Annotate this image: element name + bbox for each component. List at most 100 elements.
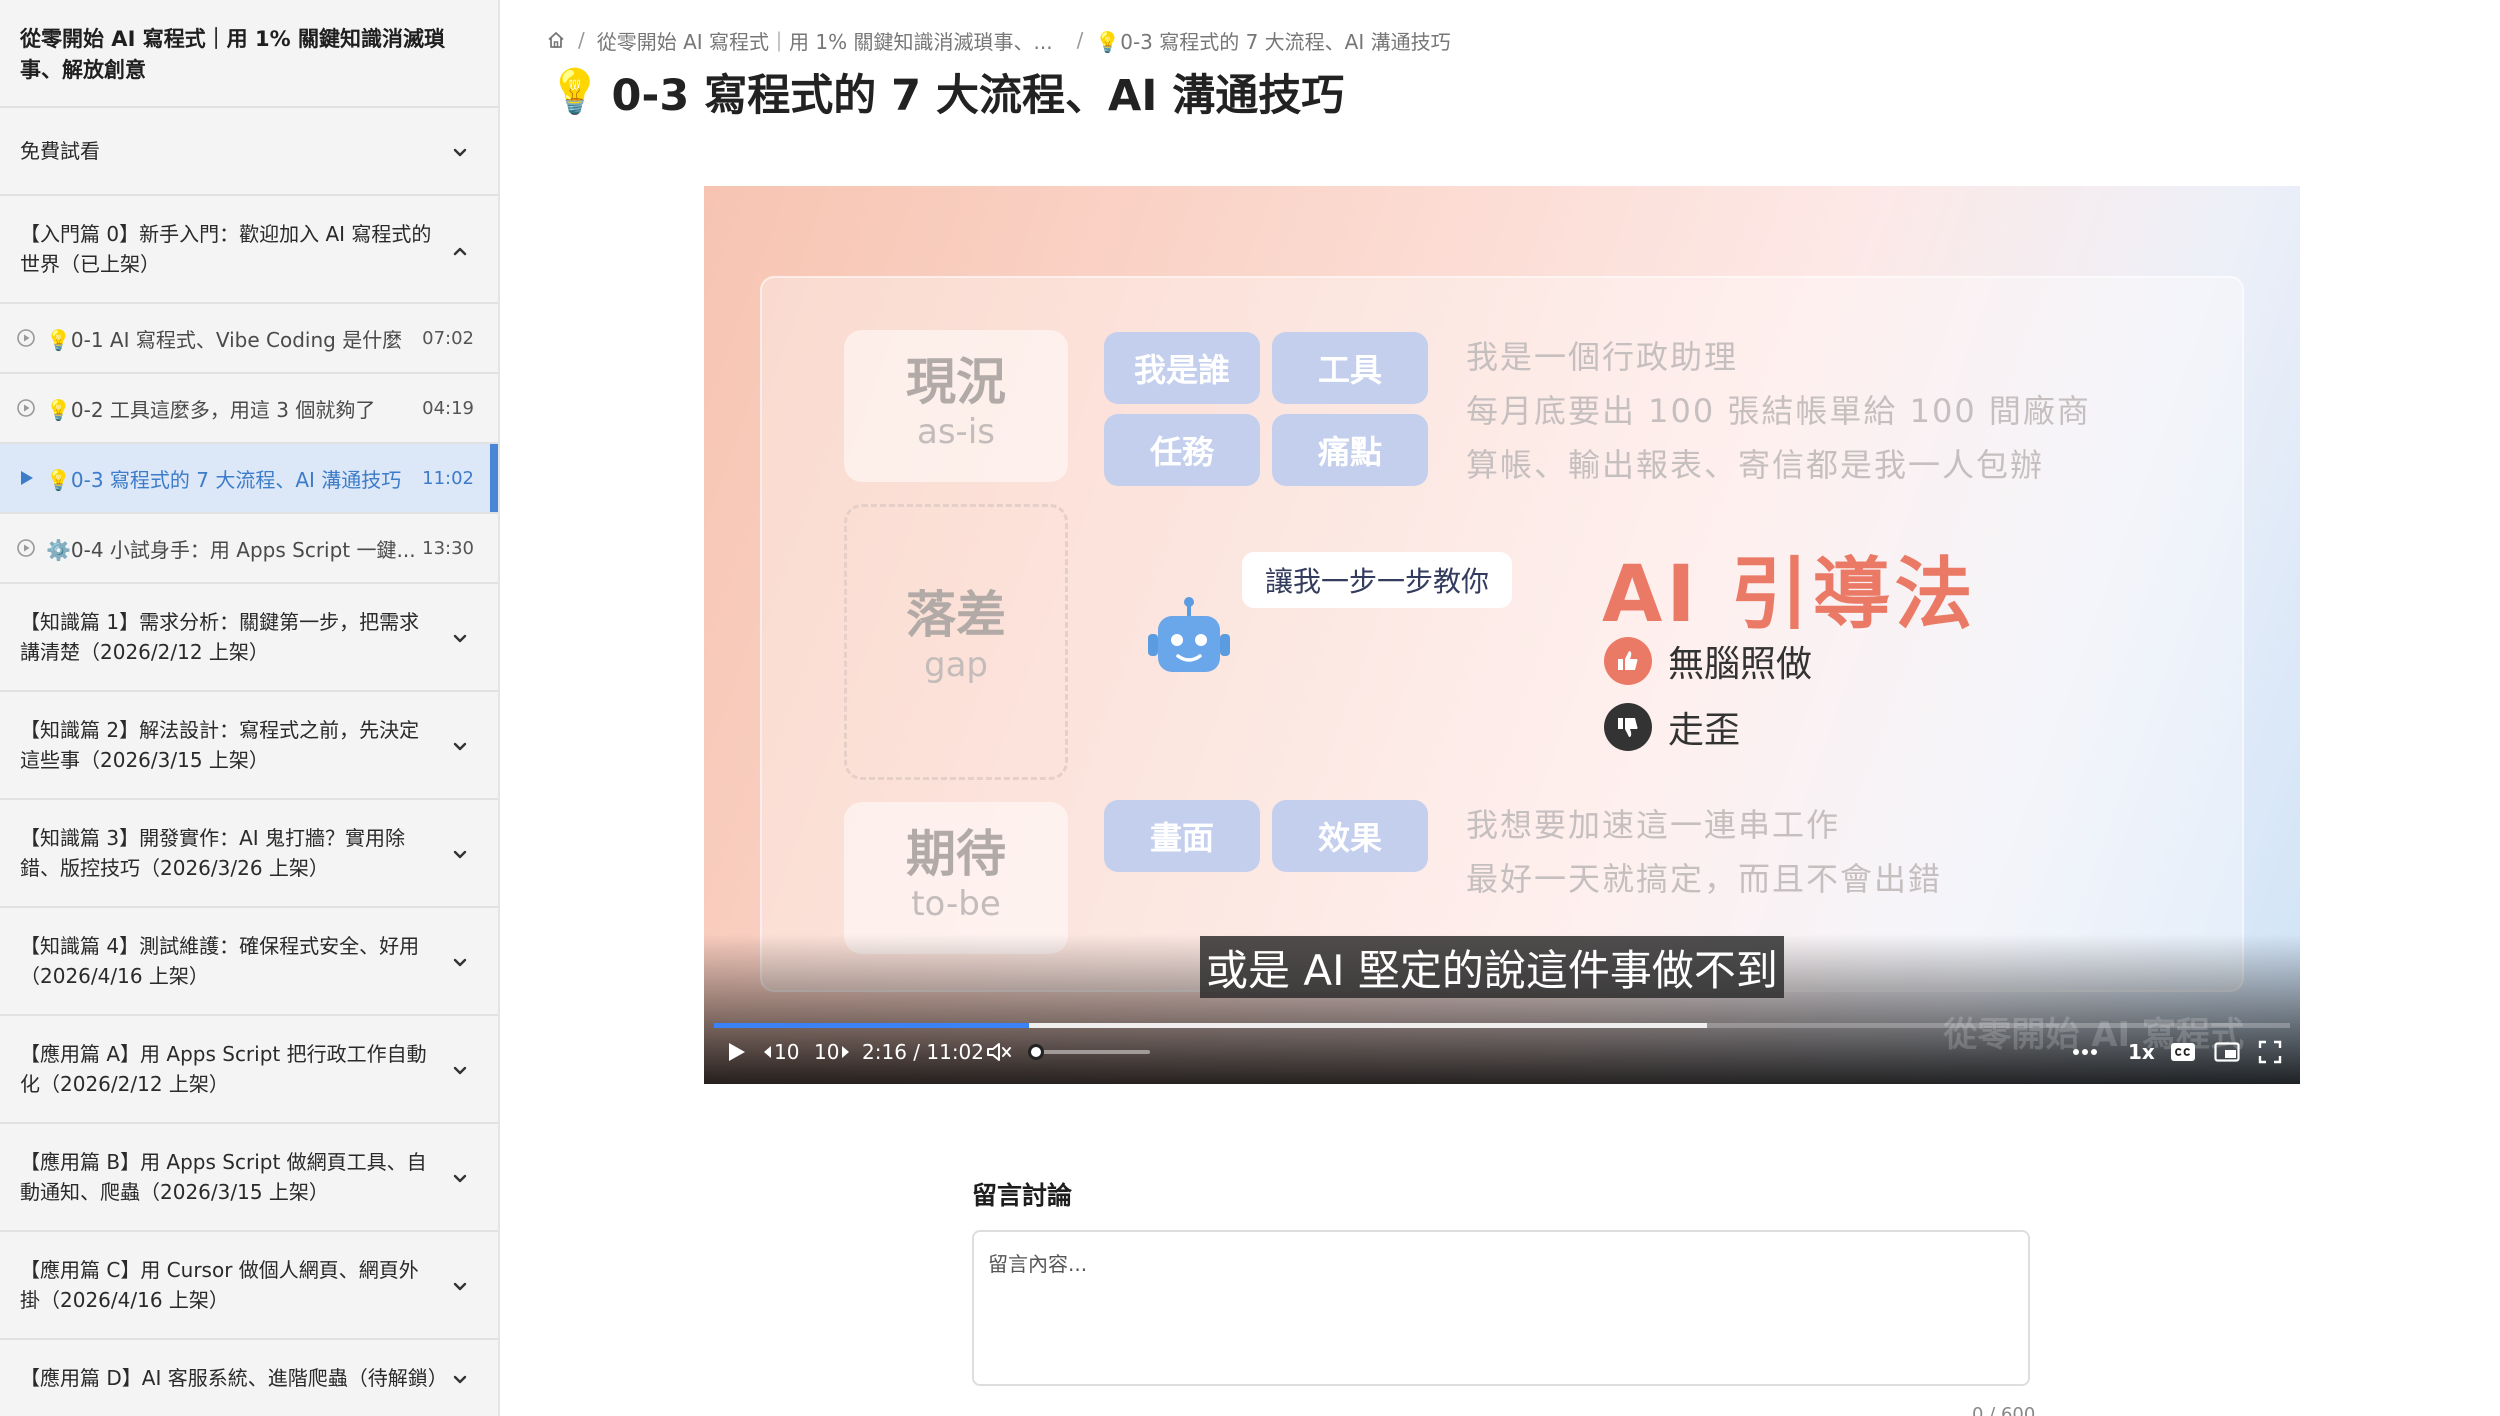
page-title: 💡 0-3 寫程式的 7 大流程、AI 溝通技巧 [548,64,1345,121]
lightbulb-icon: 💡 [548,67,602,117]
mute-button[interactable] [986,1032,1012,1072]
chevron-down-icon [450,627,470,647]
chapter-k1-section[interactable]: 【知識篇 1】需求分析：關鍵第一步，把需求講清楚（2026/2/12 上架） [0,584,498,692]
chevron-down-icon [450,1275,470,1295]
main-content: / 從零開始 AI 寫程式｜用 1% 關鍵知識消滅瑣事、... / 💡0-3 寫… [502,0,2500,1416]
course-title: 從零開始 AI 寫程式｜用 1% 關鍵知識消滅瑣事、解放創意 [0,0,498,108]
chapter-c-section[interactable]: 【應用篇 C】用 Cursor 做個人網頁、網頁外掛（2026/4/16 上架） [0,1232,498,1340]
volume-slider[interactable] [1028,1044,1150,1060]
asis-english: as-is [917,412,995,452]
chapter-label: 【知識篇 4】測試維護：確保程式安全、好用（2026/4/16 上架） [20,934,420,988]
tag-task: 任務 [1104,414,1260,486]
chapter-label: 【知識篇 2】解法設計：寫程式之前，先決定這些事（2026/3/15 上架） [20,718,420,772]
lesson-item-0-2[interactable]: 💡0-2 工具這麼多，用這 3 個就夠了 04:19 [0,374,498,444]
rewind-10-button[interactable]: 10 [762,1032,799,1072]
play-circle-icon [16,328,36,348]
chapter-label: 【應用篇 D】AI 客服系統、進階爬蟲（待解鎖） [20,1366,448,1390]
comment-char-count: 0 / 600 [1972,1404,2036,1416]
free-trial-label: 免費試看 [20,139,100,163]
lesson-item-0-1[interactable]: 💡0-1 AI 寫程式、Vibe Coding 是什麼 07:02 [0,304,498,374]
tag-tools: 工具 [1272,332,1428,404]
tobe-english: to-be [911,884,1001,924]
slide-line: 我是一個行政助理 [1466,338,1739,376]
gap-label: 落差 [906,586,1006,644]
volume-knob[interactable] [1028,1044,1044,1060]
tag-who: 我是誰 [1104,332,1260,404]
breadcrumb: / 從零開始 AI 寫程式｜用 1% 關鍵知識消滅瑣事、... / 💡0-3 寫… [546,26,1451,54]
forward-10-button[interactable]: 10 [814,1032,851,1072]
breadcrumb-current-lesson: 💡0-3 寫程式的 7 大流程、AI 溝通技巧 [1095,29,1451,54]
comments-heading: 留言討論 [972,1181,1073,1210]
lesson-duration: 13:30 [422,537,474,559]
progress-fill [714,1023,1030,1028]
chevron-down-icon [450,141,470,161]
breadcrumb-course-link[interactable]: 從零開始 AI 寫程式｜用 1% 關鍵知識消滅瑣事、... [597,26,1053,55]
play-icon [16,468,36,488]
chapter-d-section[interactable]: 【應用篇 D】AI 客服系統、進階爬蟲（待解鎖） [0,1340,498,1416]
tag-screen: 畫面 [1104,800,1260,872]
breadcrumb-separator: / [578,28,585,52]
point-bad: 走歪 [1604,702,1740,752]
chapter-k3-section[interactable]: 【知識篇 3】開發實作：AI 鬼打牆？實用除錯、版控技巧（2026/3/26 上… [0,800,498,908]
asis-label: 現況 [906,353,1006,411]
slide-line: 每月底要出 100 張結帳單給 100 間廠商 [1466,392,2091,430]
time-display: 2:16 / 11:02 [862,1040,985,1064]
rewind-10-label: 10 [774,1040,800,1064]
chapter-k4-section[interactable]: 【知識篇 4】測試維護：確保程式安全、好用（2026/4/16 上架） [0,908,498,1016]
chevron-down-icon [450,951,470,971]
play-circle-icon [16,398,36,418]
play-circle-icon [16,538,36,558]
point-good: 無腦照做 [1604,636,1812,686]
lesson-duration: 11:02 [422,467,474,489]
asis-box: 現況 as-is [844,330,1068,482]
chevron-up-icon [450,239,470,259]
video-player[interactable]: 現況 as-is 落差 gap 期待 to-be 我是誰 工具 任務 痛點 畫面… [704,186,2300,1084]
player-controls: 10 10 2:16 / 11:02 1x [704,1032,2300,1072]
chevron-down-icon [450,1368,470,1388]
chevron-down-icon [450,1059,470,1079]
breadcrumb-separator: / [1076,28,1084,52]
progress-bar[interactable] [714,1023,2290,1028]
gap-english: gap [924,645,988,685]
play-button[interactable] [724,1032,748,1072]
chapter-label: 【知識篇 1】需求分析：關鍵第一步，把需求講清楚（2026/2/12 上架） [20,610,420,664]
comment-input[interactable] [972,1230,2030,1386]
chapter-label: 【應用篇 A】用 Apps Script 把行政工作自動化（2026/2/12 … [20,1042,427,1096]
chapter-0-label: 【入門篇 0】新手入門：歡迎加入 AI 寫程式的世界（已上架） [20,222,432,276]
gap-box: 落差 gap [844,504,1068,780]
chapter-0-section[interactable]: 【入門篇 0】新手入門：歡迎加入 AI 寫程式的世界（已上架） [0,196,498,304]
free-trial-section[interactable]: 免費試看 [0,108,498,196]
chapter-label: 【應用篇 C】用 Cursor 做個人網頁、網頁外掛（2026/4/16 上架） [20,1258,419,1312]
tag-effect: 效果 [1272,800,1428,872]
chapter-b-section[interactable]: 【應用篇 B】用 Apps Script 做網頁工具、自動通知、爬蟲（2026/… [0,1124,498,1232]
chevron-down-icon [450,735,470,755]
point-good-text: 無腦照做 [1668,644,1813,685]
tag-pain: 痛點 [1272,414,1428,486]
chapter-k2-section[interactable]: 【知識篇 2】解法設計：寫程式之前，先決定這些事（2026/3/15 上架） [0,692,498,800]
speech-bubble: 讓我一步一步教你 [1242,552,1512,608]
picture-in-picture-button[interactable] [2214,1032,2240,1072]
point-bad-text: 走歪 [1668,710,1741,751]
guide-title: AI 引導法 [1602,550,1977,640]
page-title-text: 0-3 寫程式的 7 大流程、AI 溝通技巧 [611,71,1345,121]
lesson-duration: 04:19 [422,397,474,419]
fullscreen-button[interactable] [2258,1032,2282,1072]
more-options-button[interactable] [2072,1032,2098,1072]
chevron-down-icon [450,1167,470,1187]
lesson-item-0-3-active[interactable]: 💡0-3 寫程式的 7 大流程、AI 溝通技巧 11:02 [0,444,498,514]
home-icon[interactable] [546,30,566,50]
captions-button[interactable] [2170,1032,2196,1072]
lesson-item-0-4[interactable]: ⚙️0-4 小試身手：用 Apps Script 一鍵... 13:30 [0,514,498,584]
thumbs-down-icon [1604,703,1652,751]
video-subtitle: 或是 AI 堅定的說這件事做不到 [1200,936,1784,998]
robot-icon [1144,596,1234,680]
forward-10-label: 10 [814,1040,840,1064]
chapter-label: 【應用篇 B】用 Apps Script 做網頁工具、自動通知、爬蟲（2026/… [20,1150,427,1204]
chevron-down-icon [450,843,470,863]
thumbs-up-icon [1604,637,1652,685]
playback-speed-button[interactable]: 1x [2128,1032,2155,1072]
slide-line: 算帳、輸出報表、寄信都是我一人包辦 [1466,446,2045,484]
chapter-a-section[interactable]: 【應用篇 A】用 Apps Script 把行政工作自動化（2026/2/12 … [0,1016,498,1124]
course-sidebar: 從零開始 AI 寫程式｜用 1% 關鍵知識消滅瑣事、解放創意 免費試看 【入門篇… [0,0,500,1416]
slide-line: 我想要加速這一連串工作 [1466,806,1841,844]
